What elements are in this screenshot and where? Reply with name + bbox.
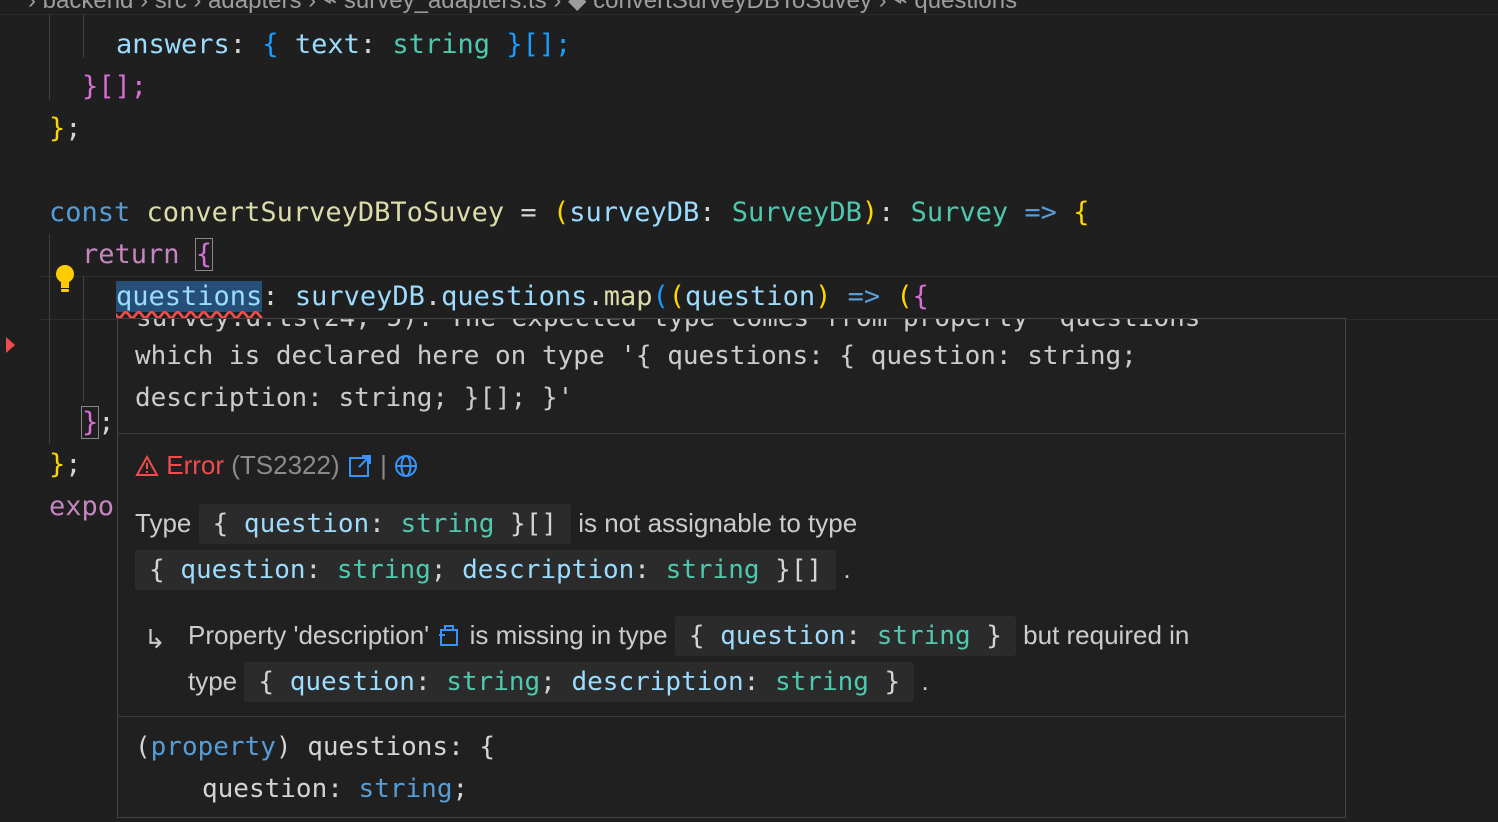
breadcrumb[interactable]: › backend › src › adapters › ⌁ survey_ad… — [0, 0, 1498, 15]
code-line-function-decl: const convertSurveyDBToSuvey = (surveyDB… — [49, 197, 1090, 228]
indent-guide — [49, 234, 50, 444]
hover-separator — [118, 433, 1345, 434]
sub-source-type-code: { question: string } — [674, 616, 1016, 656]
sub-target-type-code: { question: string; description: string … — [244, 662, 915, 702]
indent-guide — [83, 14, 84, 58]
code-line-close-return: }; — [80, 406, 115, 439]
globe-icon[interactable] — [394, 454, 418, 478]
indent-guide — [83, 276, 84, 402]
hover-declared-line-1: which is declared here on type '{ questi… — [135, 341, 1137, 371]
error-message-line-1: Type { question: string }[] is not assig… — [135, 503, 857, 544]
code-line-export: expo — [49, 491, 115, 522]
error-label: Error — [166, 450, 225, 480]
sub-message-line-2: type { question: string; description: st… — [188, 661, 929, 702]
code-line-close-array: }[]; — [82, 71, 148, 102]
hover-declared-line-2: description: string; }[]; }' — [135, 383, 574, 413]
error-message-line-2: { question: string; description: string … — [135, 549, 851, 590]
error-gutter-arrow-icon[interactable] — [6, 337, 15, 353]
hover-tooltip: survey.d.ts(24, 5): The expected type co… — [117, 318, 1346, 818]
signature-line-2: question: string; — [202, 774, 469, 804]
sub-arrow-icon: ↳ — [144, 624, 166, 654]
breadcrumb-text[interactable]: › backend › src › adapters › ⌁ survey_ad… — [28, 0, 1017, 14]
signature-line-1: (property) questions: { — [135, 732, 496, 762]
code-line-answers: answers: { text: string }[]; — [116, 29, 572, 60]
hover-related-cut-line: survey.d.ts(24, 5): The expected type co… — [136, 318, 1217, 333]
error-header: Error (TS2322) | — [135, 447, 418, 483]
go-to-definition-icon[interactable] — [436, 623, 462, 649]
code-line-close-function: }; — [49, 449, 82, 480]
questions-property-error[interactable]: questions — [116, 281, 263, 312]
code-line-return: return { — [82, 238, 214, 271]
open-external-icon[interactable] — [347, 453, 373, 479]
warning-icon — [135, 454, 159, 476]
indent-guide — [49, 14, 50, 100]
hover-separator — [118, 716, 1345, 717]
lightbulb-icon[interactable] — [54, 264, 76, 296]
error-code: (TS2322) — [231, 450, 340, 480]
code-line-close-type: }; — [49, 113, 82, 144]
target-type-code: { question: string; description: string … — [135, 550, 837, 590]
source-type-code: { question: string }[] — [198, 504, 572, 544]
sub-message-line-1: Property 'description' is missing in typ… — [188, 615, 1189, 656]
code-line-questions-map: questions: surveyDB.questions.map((quest… — [116, 281, 929, 312]
error-header-divider: | — [380, 450, 387, 480]
